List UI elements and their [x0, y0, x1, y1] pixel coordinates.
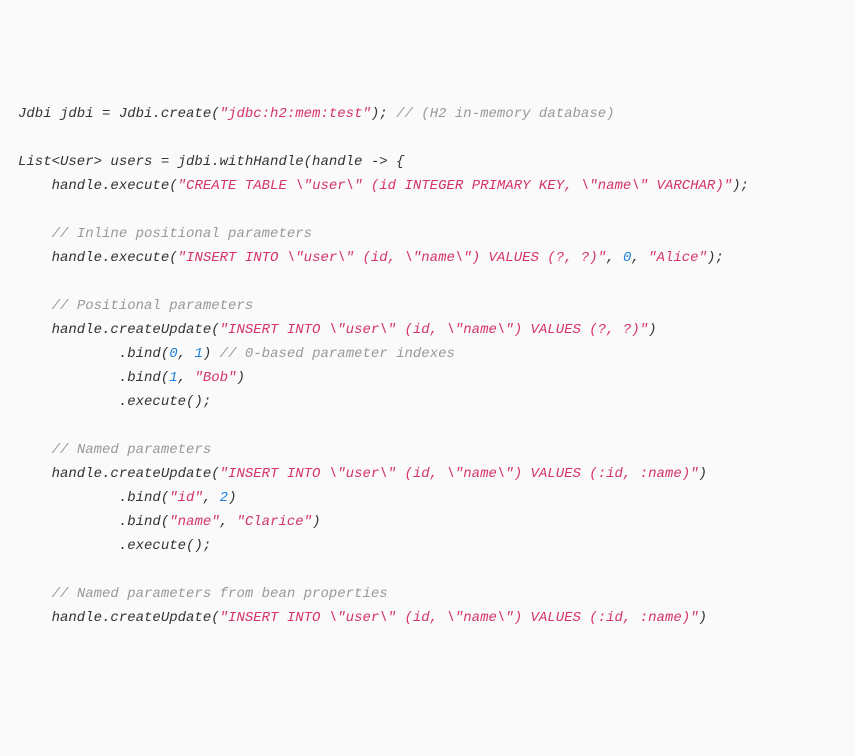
code-line: .bind("name", "Clarice")	[18, 510, 855, 534]
code-line: // Inline positional parameters	[18, 222, 855, 246]
code-token: )	[236, 370, 244, 386]
code-token: // 0-based parameter indexes	[220, 346, 455, 362]
code-token: .bind(	[18, 514, 169, 530]
code-line	[18, 198, 855, 222]
code-token: )	[228, 490, 236, 506]
code-token: handle.execute(	[18, 178, 178, 194]
code-token: // Named parameters from bean properties	[52, 586, 388, 602]
code-line: // Named parameters from bean properties	[18, 582, 855, 606]
code-token: )	[699, 610, 707, 626]
code-block: Jdbi jdbi = Jdbi.create("jdbc:h2:mem:tes…	[18, 102, 855, 630]
code-line: handle.createUpdate("INSERT INTO \"user\…	[18, 606, 855, 630]
code-token: "Alice"	[648, 250, 707, 266]
code-token: handle.createUpdate(	[18, 466, 220, 482]
code-line: List<User> users = jdbi.withHandle(handl…	[18, 150, 855, 174]
code-token: "id"	[169, 490, 203, 506]
code-line: handle.createUpdate("INSERT INTO \"user\…	[18, 462, 855, 486]
code-line: // Positional parameters	[18, 294, 855, 318]
code-token: "INSERT INTO \"user\" (id, \"name\") VAL…	[220, 322, 648, 338]
code-token: )	[203, 346, 220, 362]
code-token: "INSERT INTO \"user\" (id, \"name\") VAL…	[220, 610, 699, 626]
code-token: handle.createUpdate(	[18, 610, 220, 626]
code-token: ,	[178, 370, 195, 386]
code-token: // Named parameters	[52, 442, 212, 458]
code-token: ,	[631, 250, 648, 266]
code-token	[18, 298, 52, 314]
code-token: ,	[220, 514, 237, 530]
code-token: 0	[169, 346, 177, 362]
code-token: "INSERT INTO \"user\" (id, \"name\") VAL…	[178, 250, 606, 266]
code-line: .execute();	[18, 390, 855, 414]
code-token: List<User> users = jdbi.withHandle(handl…	[18, 154, 404, 170]
code-token: ,	[203, 490, 220, 506]
code-line: handle.execute("INSERT INTO \"user\" (id…	[18, 246, 855, 270]
code-line: .bind("id", 2)	[18, 486, 855, 510]
code-token	[18, 442, 52, 458]
code-line: .execute();	[18, 534, 855, 558]
code-token: "name"	[169, 514, 219, 530]
code-line: // Named parameters	[18, 438, 855, 462]
code-token: 2	[220, 490, 228, 506]
code-token	[18, 586, 52, 602]
code-token: );	[707, 250, 724, 266]
code-line: Jdbi jdbi = Jdbi.create("jdbc:h2:mem:tes…	[18, 102, 855, 126]
code-token: .bind(	[18, 346, 169, 362]
code-line: .bind(0, 1) // 0-based parameter indexes	[18, 342, 855, 366]
code-token: "CREATE TABLE \"user\" (id INTEGER PRIMA…	[178, 178, 733, 194]
code-token: );	[371, 106, 396, 122]
code-line	[18, 126, 855, 150]
code-token	[18, 226, 52, 242]
code-line: .bind(1, "Bob")	[18, 366, 855, 390]
code-token: "INSERT INTO \"user\" (id, \"name\") VAL…	[220, 466, 699, 482]
code-token: // Inline positional parameters	[52, 226, 312, 242]
code-line: handle.execute("CREATE TABLE \"user\" (i…	[18, 174, 855, 198]
code-token: handle.createUpdate(	[18, 322, 220, 338]
code-token: );	[732, 178, 749, 194]
code-line: handle.createUpdate("INSERT INTO \"user\…	[18, 318, 855, 342]
code-token: 1	[194, 346, 202, 362]
code-token: ,	[178, 346, 195, 362]
code-token: .execute();	[18, 538, 211, 554]
code-line	[18, 270, 855, 294]
code-token: )	[699, 466, 707, 482]
code-token: handle.execute(	[18, 250, 178, 266]
code-token: 1	[169, 370, 177, 386]
code-token: .execute();	[18, 394, 211, 410]
code-token: .bind(	[18, 370, 169, 386]
code-token: )	[648, 322, 656, 338]
code-line	[18, 414, 855, 438]
code-token: "jdbc:h2:mem:test"	[220, 106, 371, 122]
code-token: "Clarice"	[236, 514, 312, 530]
code-token: ,	[606, 250, 623, 266]
code-token: )	[312, 514, 320, 530]
code-token: // Positional parameters	[52, 298, 254, 314]
code-token: Jdbi jdbi = Jdbi.create(	[18, 106, 220, 122]
code-token: .bind(	[18, 490, 169, 506]
code-line	[18, 558, 855, 582]
code-token: "Bob"	[194, 370, 236, 386]
code-token: // (H2 in-memory database)	[396, 106, 614, 122]
